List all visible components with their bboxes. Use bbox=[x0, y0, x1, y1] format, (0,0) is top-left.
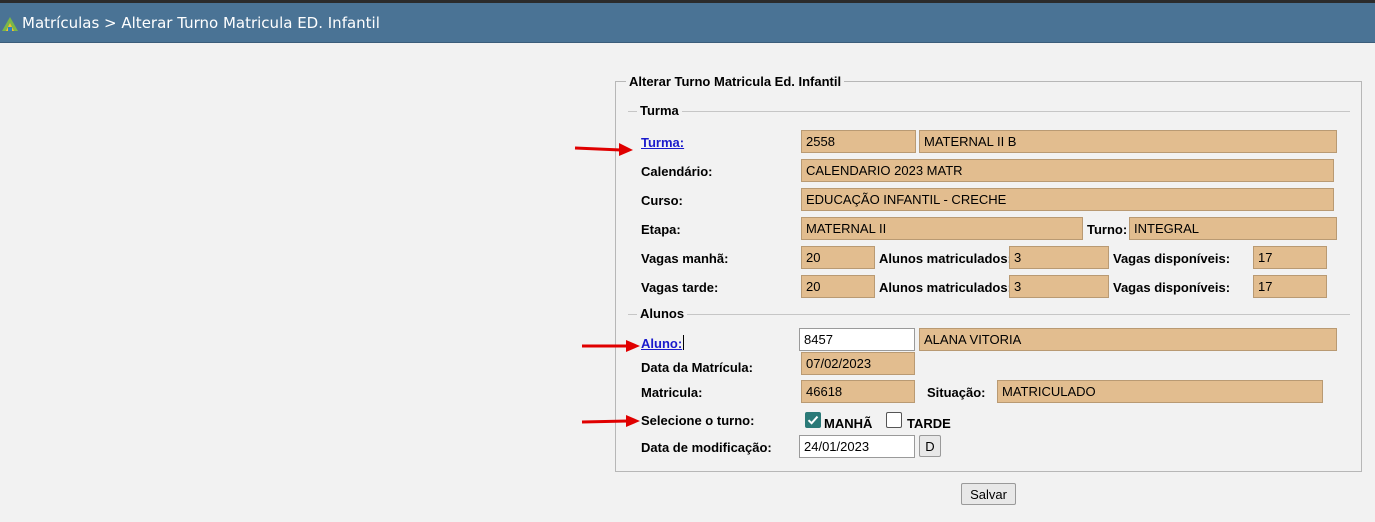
annotation-arrow-turno-icon bbox=[581, 415, 640, 427]
aluno-code-input[interactable]: 8457 bbox=[799, 328, 915, 351]
vagas-tarde-label: Vagas tarde: bbox=[641, 280, 719, 295]
aluno-link[interactable]: Aluno: bbox=[641, 336, 682, 351]
alunos-matriculados-manha-label: Alunos matriculados: bbox=[879, 251, 1012, 266]
data-matricula-label: Data da Matrícula: bbox=[641, 360, 753, 375]
salvar-button[interactable]: Salvar bbox=[961, 483, 1016, 505]
annotation-arrow-turma-icon bbox=[574, 143, 633, 156]
situacao-field: MATRICULADO bbox=[997, 380, 1323, 403]
vagas-disponiveis-tarde-label: Vagas disponíveis: bbox=[1113, 280, 1231, 295]
turma-section-legend: Turma bbox=[637, 103, 682, 118]
turno-field: INTEGRAL bbox=[1129, 217, 1337, 240]
matricula-label: Matricula: bbox=[641, 385, 703, 400]
calendario-field: CALENDARIO 2023 MATR bbox=[801, 159, 1334, 182]
turma-code-field: 2558 bbox=[801, 130, 916, 153]
turma-name-field: MATERNAL II B bbox=[919, 130, 1337, 153]
calendario-label: Calendário: bbox=[641, 164, 713, 179]
matricula-field: 46618 bbox=[801, 380, 915, 403]
vagas-disponiveis-manha-label: Vagas disponíveis: bbox=[1113, 251, 1231, 266]
turma-section-line bbox=[628, 111, 1350, 112]
alunos-matriculados-manha-field: 3 bbox=[1009, 246, 1109, 269]
curso-label: Curso: bbox=[641, 193, 683, 208]
text-cursor bbox=[683, 335, 684, 350]
etapa-label: Etapa: bbox=[641, 222, 681, 237]
breadcrumb: Matrículas > Alterar Turno Matricula ED.… bbox=[22, 14, 380, 32]
manha-label: MANHÃ bbox=[824, 416, 873, 431]
etapa-field: MATERNAL II bbox=[801, 217, 1083, 240]
turma-link[interactable]: Turma: bbox=[641, 135, 684, 150]
data-modificacao-input[interactable]: 24/01/2023 bbox=[799, 435, 915, 458]
date-picker-button[interactable]: D bbox=[919, 435, 941, 457]
alunos-section-line bbox=[628, 314, 1350, 315]
data-matricula-field: 07/02/2023 bbox=[801, 352, 915, 375]
manha-checkbox[interactable] bbox=[805, 412, 821, 428]
vagas-manha-label: Vagas manhã: bbox=[641, 251, 729, 266]
data-modificacao-label: Data de modificação: bbox=[641, 440, 772, 455]
alunos-section-legend: Alunos bbox=[637, 306, 688, 321]
vagas-tarde-field: 20 bbox=[801, 275, 875, 298]
vagas-manha-field: 20 bbox=[801, 246, 875, 269]
turno-label: Turno: bbox=[1087, 222, 1128, 237]
check-icon bbox=[807, 415, 819, 425]
aluno-name-field: ALANA VITORIA bbox=[919, 328, 1337, 351]
curso-field: EDUCAÇÃO INFANTIL - CRECHE bbox=[801, 188, 1334, 211]
vagas-disponiveis-manha-field: 17 bbox=[1253, 246, 1327, 269]
alunos-matriculados-tarde-label: Alunos matriculados: bbox=[879, 280, 1012, 295]
vagas-disponiveis-tarde-field: 17 bbox=[1253, 275, 1327, 298]
selecione-turno-label: Selecione o turno: bbox=[641, 413, 755, 428]
alunos-matriculados-tarde-field: 3 bbox=[1009, 275, 1109, 298]
app-logo-icon bbox=[2, 17, 18, 31]
form-legend: Alterar Turno Matricula Ed. Infantil bbox=[629, 74, 842, 89]
annotation-arrow-aluno-icon bbox=[582, 340, 640, 352]
tarde-checkbox[interactable] bbox=[886, 412, 902, 428]
tarde-label: TARDE bbox=[907, 416, 951, 431]
situacao-label: Situação: bbox=[927, 385, 986, 400]
title-bar: Matrículas > Alterar Turno Matricula ED.… bbox=[0, 3, 1375, 43]
